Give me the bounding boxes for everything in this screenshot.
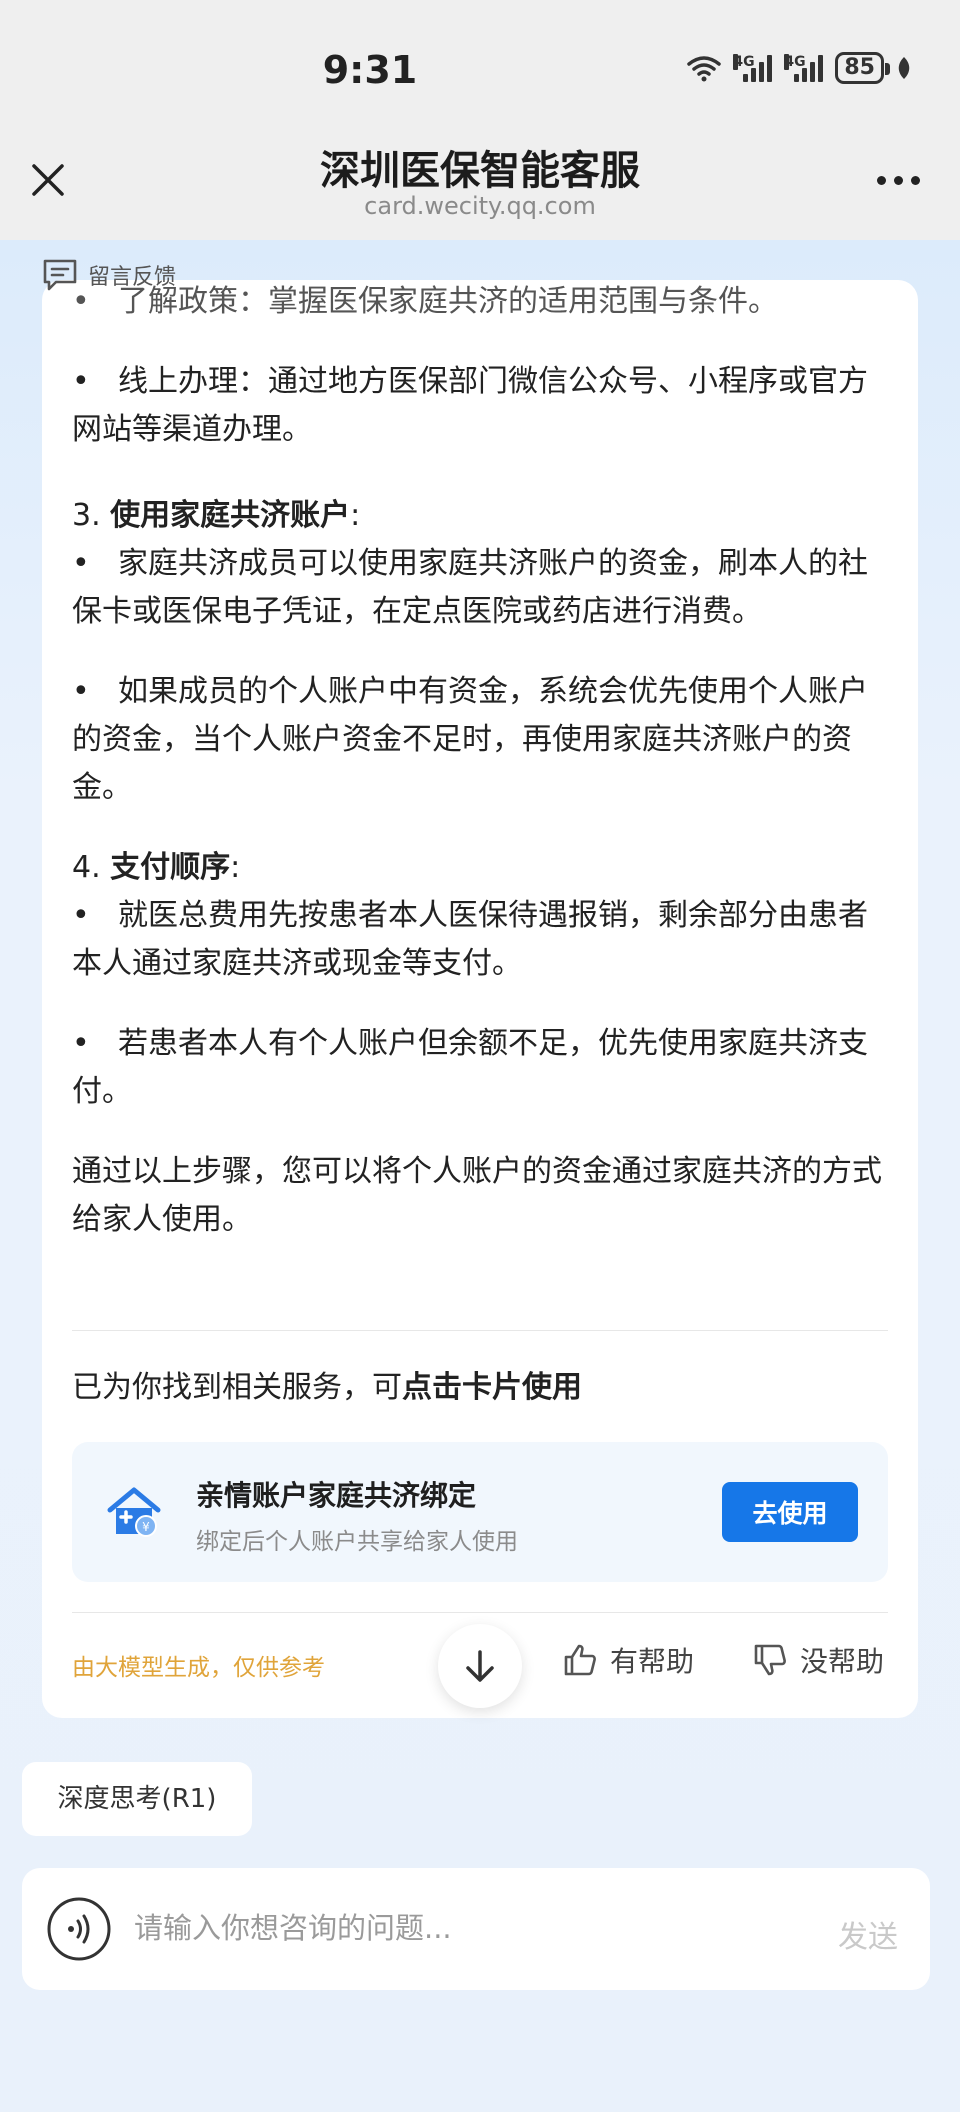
deep-think-toggle[interactable]: 深度思考(R1) <box>22 1762 252 1836</box>
feedback-button[interactable]: 留言反馈 <box>42 258 176 292</box>
list-item: • 就医总费用先按患者本人医保待遇报销，剩余部分由患者本人通过家庭共济或现金等支付… <box>72 898 868 981</box>
service-hint: 已为你找到相关服务，可点击卡片使用 <box>72 1370 582 1405</box>
service-card[interactable]: ¥ 亲情账户家庭共济绑定 绑定后个人账户共享给家人使用 去使用 <box>72 1442 888 1582</box>
network-label-2: 4G <box>784 54 806 70</box>
section-heading: 3. 使用家庭共济账户: <box>72 498 361 533</box>
list-item: • 线上办理：通过地方医保部门微信公众号、小程序或官方网站等渠道办理。 <box>72 364 868 447</box>
send-button[interactable]: 发送 <box>838 1912 898 1956</box>
chat-input-bar: 发送 <box>22 1868 930 1990</box>
status-time: 9:31 <box>322 48 418 92</box>
divider <box>72 1330 888 1331</box>
comment-icon <box>43 259 77 291</box>
service-subtitle: 绑定后个人账户共享给家人使用 <box>196 1529 518 1555</box>
battery-icon: 85 <box>835 52 890 84</box>
list-item: • 如果成员的个人账户中有资金，系统会优先使用个人账户的资金，当个人账户资金不足时… <box>72 674 868 805</box>
thumbs-down-icon <box>754 1644 786 1676</box>
section-heading: 4. 支付顺序: <box>72 850 241 885</box>
service-title: 亲情账户家庭共济绑定 <box>196 1479 477 1512</box>
voice-icon[interactable] <box>46 1896 112 1962</box>
status-bar: 9:31 4G 4G 85 <box>0 0 960 130</box>
signal-icon-1: 4G <box>733 54 773 82</box>
not-helpful-label: 没帮助 <box>800 1645 885 1678</box>
summary-text: 通过以上步骤，您可以将个人账户的资金通过家庭共济的方式给家人使用。 <box>72 1154 882 1237</box>
arrow-down-icon <box>466 1650 494 1682</box>
signal-icon-2: 4G <box>784 54 824 82</box>
feedback-label: 留言反馈 <box>88 265 177 290</box>
wifi-icon <box>687 56 722 82</box>
more-icon[interactable] <box>877 176 920 185</box>
ai-disclaimer: 由大模型生成，仅供参考 <box>72 1655 325 1681</box>
list-item: • 若患者本人有个人账户但余额不足，优先使用家庭共济支付。 <box>72 1026 868 1109</box>
answer-content: • 了解政策：掌握医保家庭共济的适用范围与条件。 • 线上办理：通过地方医保部门微信… <box>72 280 892 1276</box>
question-input[interactable] <box>134 1898 694 1958</box>
divider <box>72 1612 888 1613</box>
scroll-down-button[interactable] <box>438 1624 522 1708</box>
list-item: • 了解政策：掌握医保家庭共济的适用范围与条件。 <box>72 284 778 319</box>
page-title: 深圳医保智能客服 <box>320 148 640 194</box>
svg-text:¥: ¥ <box>142 1520 150 1534</box>
status-icons: 4G 4G 85 <box>687 52 912 84</box>
family-home-icon: ¥ <box>107 1487 161 1537</box>
thumbs-up-icon <box>564 1644 596 1676</box>
leaf-icon <box>898 57 910 79</box>
helpful-button[interactable]: 有帮助 <box>562 1640 694 1680</box>
not-helpful-button[interactable]: 没帮助 <box>752 1640 884 1680</box>
network-label-1: 4G <box>733 54 755 70</box>
helpful-label: 有帮助 <box>610 1645 695 1678</box>
header: 深圳医保智能客服 card.wecity.qq.com <box>0 130 960 240</box>
list-item: • 家庭共济成员可以使用家庭共济账户的资金，刷本人的社保卡或医保电子凭证，在定点医… <box>72 546 868 629</box>
page-url: card.wecity.qq.com <box>364 192 596 220</box>
use-button[interactable]: 去使用 <box>722 1482 858 1542</box>
